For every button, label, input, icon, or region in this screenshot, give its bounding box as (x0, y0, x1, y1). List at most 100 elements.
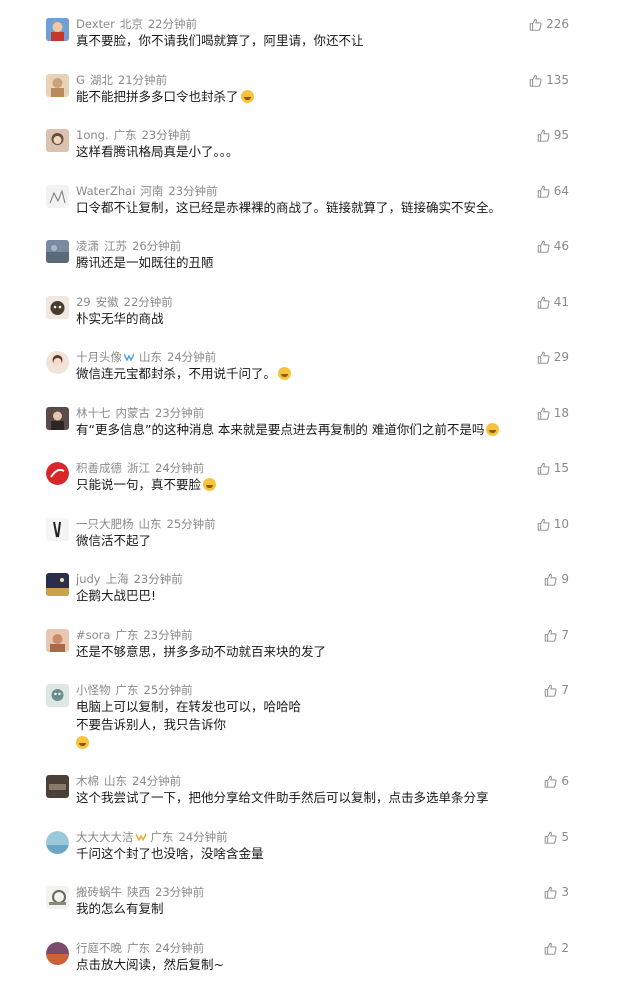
comment-item: WaterZhai 河南 23分钟前 口令都不让复制，这已经是赤裸裸的商战了。链接就… (0, 179, 640, 235)
like-count: 41 (553, 294, 569, 309)
user-location: 广东 (127, 940, 150, 955)
like-button[interactable]: 18 (537, 406, 569, 421)
thumbs-up-icon (537, 462, 550, 475)
avatar[interactable] (46, 775, 69, 798)
comment-item: 一只大肥杨 山东 25分钟前 微信活不起了 10 (0, 512, 640, 568)
comment-time: 24分钟前 (167, 350, 217, 364)
user-nickname[interactable]: #sora (76, 628, 110, 642)
thumbs-up-icon (529, 18, 542, 31)
avatar[interactable] (46, 184, 69, 208)
thumbs-up-icon (545, 886, 557, 899)
user-nickname[interactable]: 小怪物 (76, 683, 111, 697)
user-nickname[interactable]: 十月头像 (76, 350, 122, 364)
avatar[interactable] (46, 351, 69, 374)
avatar[interactable] (46, 406, 69, 430)
user-location: 广东 (113, 128, 137, 142)
user-nickname[interactable]: WaterZhai (76, 184, 135, 198)
like-button[interactable]: 2 (544, 941, 569, 956)
comment-time: 24分钟前 (155, 940, 205, 955)
grin-emoji-icon (278, 367, 292, 380)
like-button[interactable]: 46 (537, 239, 569, 254)
comment-text: 电脑上可以复制，在转发也可以，哈哈哈 (76, 699, 302, 714)
comment-text-content: 微信连元宝都封杀，不用说千问了。 (76, 366, 277, 381)
avatar[interactable] (46, 295, 69, 319)
thumbs-up-icon (545, 942, 557, 955)
comment-text: 点击放大阅读，然后复制~ (76, 956, 224, 972)
user-nickname[interactable]: 大大大大洁 (76, 830, 134, 844)
avatar[interactable] (46, 129, 69, 152)
like-button[interactable]: 29 (537, 350, 569, 365)
avatar[interactable] (46, 573, 69, 596)
comment-time: 23分钟前 (155, 885, 205, 899)
comment-item: G 湖北 21分钟前 能不能把拼多多口令也封杀了 135 (0, 68, 640, 124)
like-button[interactable]: 9 (544, 572, 569, 587)
thumbs-up-icon (537, 407, 550, 420)
like-button[interactable]: 7 (544, 683, 569, 698)
like-count: 5 (561, 829, 569, 844)
avatar[interactable] (46, 886, 69, 909)
like-button[interactable]: 6 (544, 774, 569, 789)
vip-badge-icon (124, 353, 134, 361)
user-location: 广东 (115, 627, 139, 642)
user-nickname[interactable]: 一只大肥杨 (76, 517, 134, 531)
thumbs-up-icon (537, 129, 550, 142)
like-count: 7 (561, 683, 569, 697)
user-location: 上海 (105, 572, 129, 586)
like-count: 18 (553, 405, 569, 420)
avatar[interactable] (46, 941, 69, 965)
avatar[interactable] (46, 18, 69, 41)
comment-item: 1ong. 广东 23分钟前 这样看腾讯格局真是小了。。。 95 (0, 123, 640, 179)
avatar[interactable] (46, 517, 69, 541)
comment-time: 24分钟前 (178, 829, 228, 844)
thumbs-up-icon (537, 185, 550, 198)
user-nickname[interactable]: judy (76, 572, 101, 586)
like-button[interactable]: 226 (529, 17, 569, 32)
comment-text-line-2: 不要告诉别人，我只告诉你 (76, 717, 227, 732)
like-button[interactable]: 135 (529, 73, 569, 88)
comment-item: 大大大大洁 广东 24分钟前 千问这个封了也没啥，没啥含金量 5 (0, 825, 640, 881)
comment-text: 这个我尝试了一下，把他分享给文件助手然后可以复制，点击多选单条分享 (76, 790, 489, 805)
avatar[interactable] (46, 830, 69, 854)
user-nickname[interactable]: 1ong. (76, 128, 109, 142)
user-location: 内蒙古 (115, 405, 151, 420)
avatar[interactable] (46, 628, 69, 652)
comment-text: 只能说一句，真不要脸 (76, 476, 640, 494)
avatar[interactable] (46, 684, 69, 707)
comment-text-content: 能不能把拼多多口令也封杀了 (76, 88, 239, 104)
comment-time: 26分钟前 (132, 239, 182, 253)
like-button[interactable]: 95 (537, 128, 569, 143)
like-button[interactable]: 3 (544, 885, 569, 900)
like-count: 7 (561, 627, 569, 642)
thumbs-up-icon (545, 573, 557, 586)
like-button[interactable]: 5 (544, 830, 569, 845)
like-count: 10 (553, 516, 569, 531)
like-button[interactable]: 41 (537, 295, 569, 310)
laughing-emoji-icon (203, 478, 217, 491)
user-nickname[interactable]: 搬砖蜗牛 (76, 885, 122, 899)
comment-time: 23分钟前 (133, 572, 183, 586)
user-nickname[interactable]: 行庭不晚 (76, 941, 122, 955)
user-location: 山东 (138, 516, 162, 531)
like-button[interactable]: 15 (537, 461, 569, 476)
user-nickname[interactable]: G (76, 73, 85, 87)
avatar[interactable] (46, 73, 69, 97)
comment-time: 24分钟前 (132, 774, 182, 788)
like-button[interactable]: 64 (537, 184, 569, 199)
like-count: 135 (546, 72, 569, 87)
comment-time: 23分钟前 (168, 183, 218, 198)
comment-text-line-3 (76, 734, 640, 752)
comment-text: 口令都不让复制，这已经是赤裸裸的商战了。链接就算了，链接确实不安全。 (76, 199, 502, 215)
comment-text: 真不要脸，你不请我们喝就算了，阿里请，你还不让 (76, 33, 364, 48)
like-button[interactable]: 7 (544, 628, 569, 643)
user-nickname[interactable]: 积善成德 (76, 461, 122, 475)
user-nickname[interactable]: Dexter (76, 17, 115, 31)
comment-item: 十月头像 山东 24分钟前 微信连元宝都封杀，不用说千问了。 29 (0, 345, 640, 401)
avatar[interactable] (46, 462, 69, 485)
user-nickname[interactable]: 29 (76, 295, 91, 309)
user-nickname[interactable]: 木棉 (76, 774, 99, 788)
comment-time: 25分钟前 (166, 516, 216, 531)
user-nickname[interactable]: 林十七 (76, 406, 111, 420)
like-button[interactable]: 10 (537, 517, 569, 532)
user-nickname[interactable]: 凌潇 (76, 239, 99, 253)
avatar[interactable] (46, 240, 69, 263)
